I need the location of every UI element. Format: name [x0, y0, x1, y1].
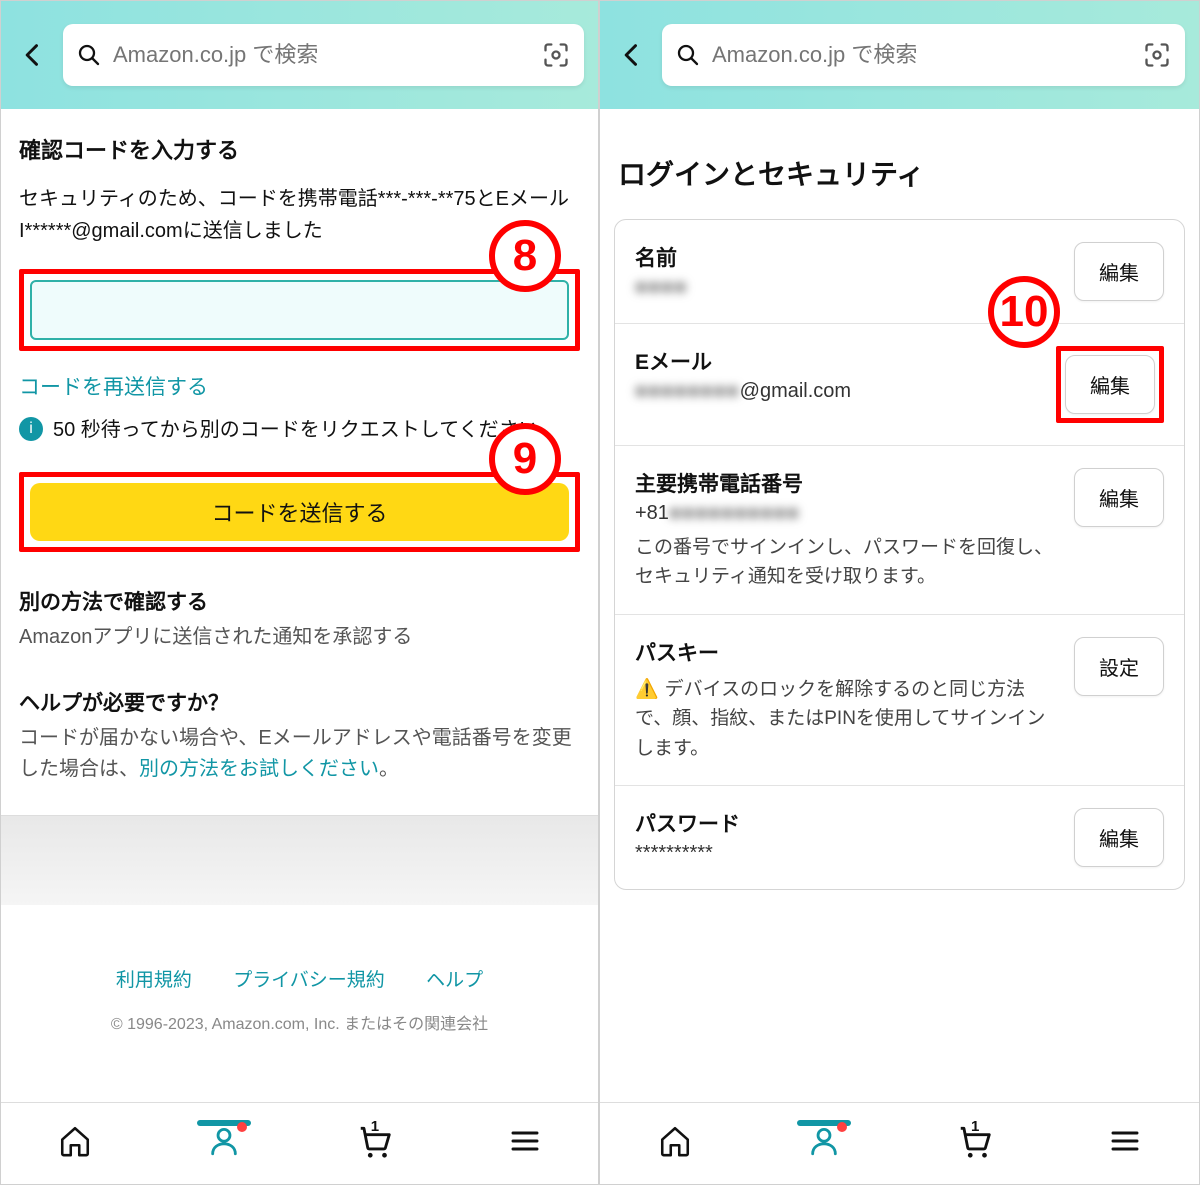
search-bar[interactable] [63, 24, 584, 86]
nav-home[interactable] [658, 1124, 692, 1163]
row-email: Eメール ●●●●●●●●@gmail.com 編集 10 [615, 324, 1184, 446]
bottom-nav: 1 [600, 1102, 1199, 1184]
phone-prefix: +81 [635, 502, 669, 524]
footer-links: 利用規約 プライバシー規約 ヘルプ [19, 905, 580, 992]
bottom-nav: 1 [1, 1102, 598, 1184]
info-icon: i [19, 417, 43, 441]
email-value-domain: @gmail.com [740, 380, 851, 402]
help-text-post: 。 [379, 758, 399, 780]
footer-terms-link[interactable]: 利用規約 [116, 970, 192, 991]
nav-home[interactable] [58, 1124, 92, 1163]
cart-count: 1 [971, 1118, 979, 1135]
hamburger-icon [509, 1125, 541, 1157]
scan-icon[interactable] [542, 41, 570, 69]
name-label: 名前 [635, 242, 1058, 272]
home-icon [658, 1124, 692, 1158]
row-passkey: パスキー ⚠️デバイスのロックを解除するのと同じ方法で、顔、指紋、またはPINを… [615, 615, 1184, 786]
row-phone: 主要携帯電話番号 +81●●●●●●●●●● この番号でサインインし、パスワード… [615, 446, 1184, 615]
page-title: ログインとセキュリティ [618, 153, 1181, 193]
page-title: 確認コードを入力する [19, 133, 580, 165]
verification-code-input[interactable] [30, 280, 569, 340]
scan-icon[interactable] [1143, 41, 1171, 69]
search-input[interactable] [712, 42, 1131, 68]
back-button[interactable] [614, 37, 650, 73]
annotation-box-9: コードを送信する 9 [19, 472, 580, 552]
alt-verify-text: Amazonアプリに送信された通知を承認する [19, 622, 580, 653]
passkey-label: パスキー [635, 637, 1058, 667]
arrow-left-icon [618, 41, 646, 69]
edit-password-button[interactable]: 編集 [1074, 808, 1164, 867]
phone-masked: ●●●●●●●●●● [669, 502, 800, 524]
nav-cart[interactable]: 1 [956, 1122, 994, 1165]
info-text: 50 秒待ってから別のコードをリクエストしてください。 [53, 415, 559, 446]
annotation-bubble-9: 9 [489, 423, 561, 495]
phone-note: この番号でサインインし、パスワードを回復し、セキュリティ通知を受け取ります。 [635, 533, 1058, 592]
app-header [1, 1, 598, 109]
edit-name-button[interactable]: 編集 [1074, 242, 1164, 301]
passkey-note: ⚠️デバイスのロックを解除するのと同じ方法で、顔、指紋、またはPINを使用してサ… [635, 675, 1058, 763]
notification-dot-icon [837, 1122, 847, 1132]
resend-code-link[interactable]: コードを再送信する [19, 371, 208, 401]
help-heading: ヘルプが必要ですか？ [19, 687, 580, 717]
send-code-button[interactable]: コードを送信する [30, 483, 569, 541]
name-value: ●●●● [635, 276, 687, 298]
search-bar[interactable] [662, 24, 1185, 86]
copyright-text: © 1996-2023, Amazon.com, Inc. またはその関連会社 [19, 1010, 580, 1034]
phone-label: 主要携帯電話番号 [635, 468, 1058, 498]
footer-gradient [1, 815, 598, 905]
home-icon [58, 1124, 92, 1158]
notification-dot-icon [237, 1122, 247, 1132]
nav-account[interactable] [807, 1124, 841, 1163]
email-value: ●●●●●●●●@gmail.com [635, 380, 1040, 403]
settings-card: 名前 ●●●● 編集 Eメール ●●●●●●●●@gmail.com 編 [614, 219, 1185, 890]
back-button[interactable] [15, 37, 51, 73]
annotation-bubble-10: 10 [988, 276, 1060, 348]
edit-email-button[interactable]: 編集 [1065, 355, 1155, 414]
help-text: コードが届かない場合や、Eメールアドレスや電話番号を変更した場合は、別の方法をお… [19, 723, 580, 785]
alt-verify-heading: 別の方法で確認する [19, 586, 580, 616]
nav-menu[interactable] [509, 1125, 541, 1162]
phone-value: +81●●●●●●●●●● [635, 502, 1058, 525]
search-icon [77, 43, 101, 67]
email-value-masked: ●●●●●●●● [635, 380, 740, 402]
nav-menu[interactable] [1109, 1125, 1141, 1162]
footer-help-link[interactable]: ヘルプ [426, 970, 483, 991]
user-icon [807, 1124, 841, 1158]
email-label: Eメール [635, 346, 1040, 376]
cart-count: 1 [371, 1118, 379, 1135]
setup-passkey-button[interactable]: 設定 [1074, 637, 1164, 696]
password-value: ********** [635, 842, 1058, 865]
search-input[interactable] [113, 42, 530, 68]
footer-privacy-link[interactable]: プライバシー規約 [233, 970, 385, 991]
annotation-box-8: 8 [19, 269, 580, 351]
row-password: パスワード ********** 編集 [615, 786, 1184, 889]
edit-phone-button[interactable]: 編集 [1074, 468, 1164, 527]
password-label: パスワード [635, 808, 1058, 838]
row-name: 名前 ●●●● 編集 [615, 220, 1184, 324]
arrow-left-icon [19, 41, 47, 69]
annotation-bubble-8: 8 [489, 220, 561, 292]
nav-account[interactable] [207, 1124, 241, 1163]
nav-cart[interactable]: 1 [356, 1122, 394, 1165]
help-link[interactable]: 別の方法をお試しください [139, 758, 379, 780]
warning-icon: ⚠️ [635, 679, 659, 700]
hamburger-icon [1109, 1125, 1141, 1157]
app-header [600, 1, 1199, 109]
search-icon [676, 43, 700, 67]
passkey-note-text: デバイスのロックを解除するのと同じ方法で、顔、指紋、またはPINを使用してサイン… [635, 679, 1045, 759]
user-icon [207, 1124, 241, 1158]
annotation-box-10: 編集 [1056, 346, 1164, 423]
